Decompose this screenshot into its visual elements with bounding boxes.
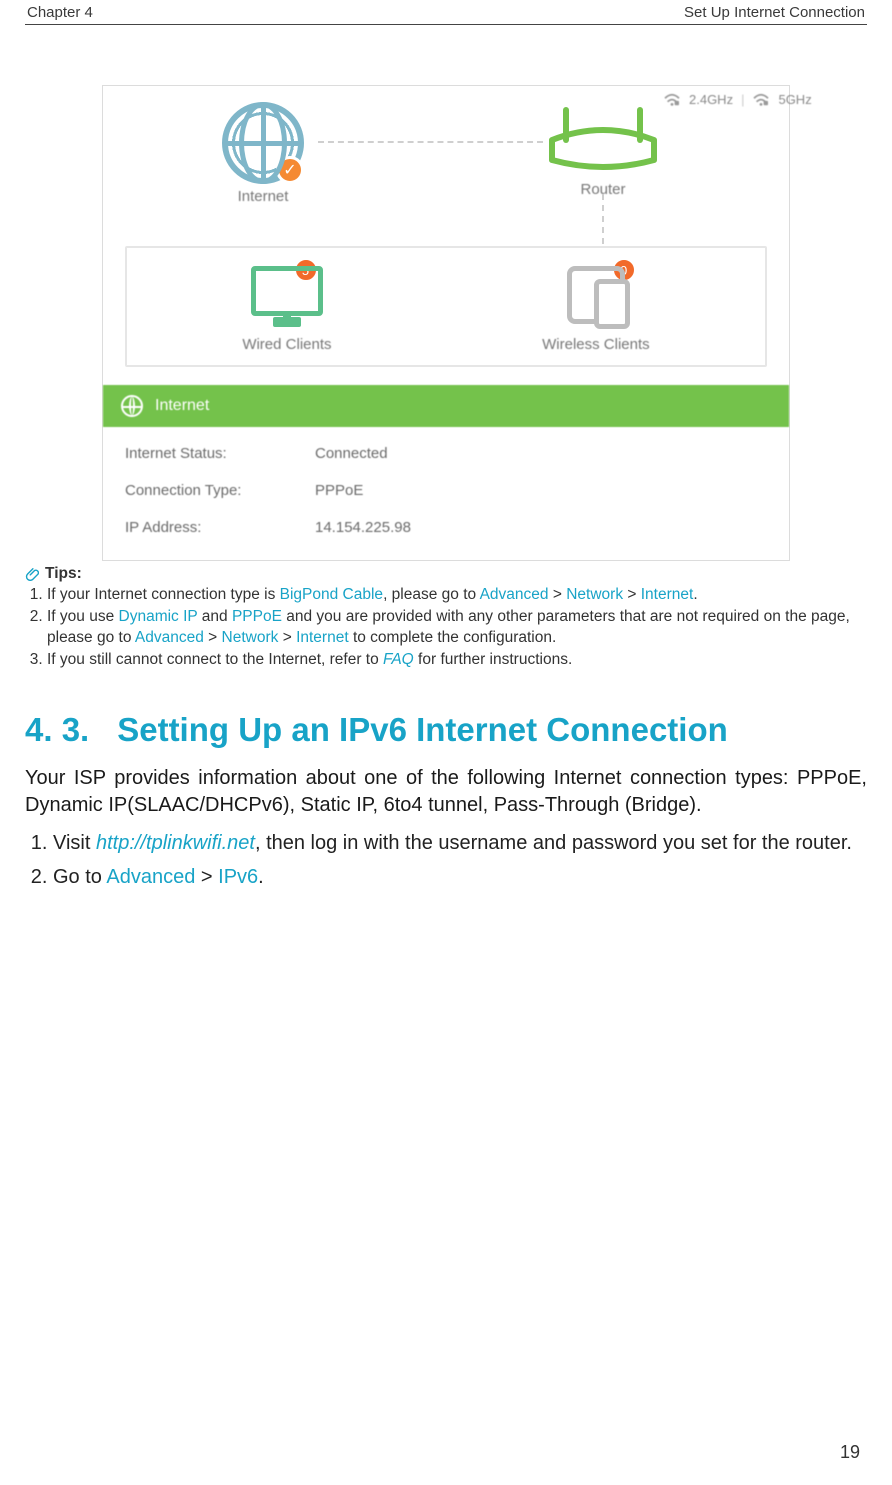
- network-map-figure: ✓ Internet Router: [102, 85, 790, 561]
- wifi-bands: 2.4GHz | 5GHz: [663, 92, 812, 107]
- link-text: Dynamic IP: [119, 608, 198, 625]
- devices-icon: [567, 266, 625, 324]
- text: >: [623, 586, 641, 603]
- page-number: 19: [840, 1442, 860, 1463]
- tips-heading: Tips:: [25, 565, 867, 583]
- topology-area: ✓ Internet Router: [103, 86, 789, 246]
- internet-node: ✓ Internet: [203, 102, 323, 205]
- tips-block: Tips: If your Internet connection type i…: [25, 565, 867, 671]
- wifi-icon: [663, 93, 681, 107]
- link-text: Network: [566, 586, 623, 603]
- text: for further instructions.: [414, 651, 573, 668]
- wired-clients: 5 Wired Clients: [242, 266, 331, 353]
- text: .: [258, 866, 264, 888]
- row-value: 14.154.225.98: [315, 519, 411, 536]
- section-number: 4. 3.: [25, 711, 89, 749]
- text: , please go to: [383, 586, 480, 603]
- router-node: Router: [538, 102, 668, 198]
- link-text: BigPond Cable: [280, 586, 383, 603]
- check-badge-icon: ✓: [276, 156, 304, 184]
- text: Visit: [53, 832, 96, 854]
- paperclip-icon: [25, 567, 39, 581]
- text: and: [197, 608, 231, 625]
- text: >: [278, 629, 296, 646]
- link-text: Advanced: [106, 866, 195, 888]
- list-item: If you use Dynamic IP and PPPoE and you …: [47, 607, 867, 649]
- text: If your Internet connection type is: [47, 586, 280, 603]
- row-value: Connected: [315, 445, 388, 462]
- text: >: [195, 866, 218, 888]
- steps-list: Visit http://tplinkwifi.net, then log in…: [25, 829, 867, 891]
- clients-box: 5 Wired Clients 0 Wireless Clients: [125, 246, 767, 367]
- connection-line-icon: [318, 141, 543, 143]
- link-text[interactable]: FAQ: [383, 651, 414, 668]
- internet-section-label: Internet: [155, 397, 209, 415]
- text: If you still cannot connect to the Inter…: [47, 651, 383, 668]
- text: to complete the configuration.: [349, 629, 557, 646]
- tips-list: If your Internet connection type is BigP…: [25, 585, 867, 671]
- wired-clients-label: Wired Clients: [242, 336, 331, 353]
- row-key: IP Address:: [125, 519, 315, 536]
- url-link[interactable]: http://tplinkwifi.net: [96, 832, 255, 854]
- row-value: PPPoE: [315, 482, 363, 499]
- globe-icon: ✓: [222, 102, 304, 184]
- globe-small-icon: [121, 395, 143, 417]
- monitor-icon: [251, 266, 323, 316]
- link-text: Internet: [641, 586, 694, 603]
- link-text: IPv6: [218, 866, 258, 888]
- text: , then log in with the username and pass…: [255, 832, 852, 854]
- link-text: Internet: [296, 629, 349, 646]
- row-key: Connection Type:: [125, 482, 315, 499]
- wifi-band-24: 2.4GHz: [689, 92, 733, 107]
- section-heading: 4. 3. Setting Up an IPv6 Internet Connec…: [25, 711, 867, 749]
- wireless-clients: 0 Wireless Clients: [542, 266, 650, 353]
- section-intro: Your ISP provides information about one …: [25, 765, 867, 819]
- link-text: Network: [222, 629, 279, 646]
- page-header: Chapter 4 Set Up Internet Connection: [25, 0, 867, 25]
- section-title: Setting Up an IPv6 Internet Connection: [117, 711, 728, 749]
- text: .: [693, 586, 697, 603]
- list-item: If you still cannot connect to the Inter…: [47, 650, 867, 671]
- header-title: Set Up Internet Connection: [684, 4, 865, 21]
- table-row: Connection Type: PPPoE: [103, 472, 789, 509]
- internet-details-table: Internet Status: Connected Connection Ty…: [103, 427, 789, 560]
- table-row: IP Address: 14.154.225.98: [103, 509, 789, 546]
- link-text: Advanced: [135, 629, 204, 646]
- wireless-clients-label: Wireless Clients: [542, 336, 650, 353]
- connection-line-icon: [602, 194, 604, 244]
- list-item: Visit http://tplinkwifi.net, then log in…: [53, 829, 867, 857]
- internet-label: Internet: [203, 188, 323, 205]
- link-text: PPPoE: [232, 608, 282, 625]
- text: If you use: [47, 608, 119, 625]
- list-item: Go to Advanced > IPv6.: [53, 863, 867, 891]
- tips-label: Tips:: [45, 565, 82, 583]
- wifi-band-5: 5GHz: [778, 92, 811, 107]
- internet-section-header: Internet: [103, 385, 789, 427]
- list-item: If your Internet connection type is BigP…: [47, 585, 867, 606]
- header-chapter: Chapter 4: [27, 4, 93, 21]
- wifi-icon: [752, 93, 770, 107]
- table-row: Internet Status: Connected: [103, 435, 789, 472]
- row-key: Internet Status:: [125, 445, 315, 462]
- link-text: Advanced: [480, 586, 549, 603]
- separator-icon: |: [741, 92, 744, 107]
- text: >: [549, 586, 567, 603]
- router-icon: [538, 102, 668, 172]
- text: >: [204, 629, 222, 646]
- text: Go to: [53, 866, 106, 888]
